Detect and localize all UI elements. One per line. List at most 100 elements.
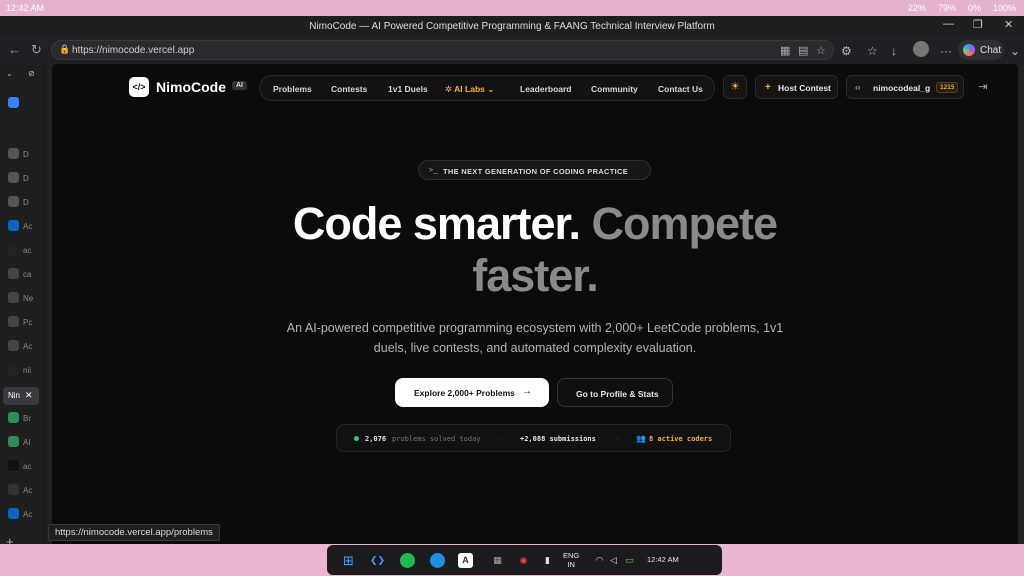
downloads-icon[interactable]: ↓ (891, 44, 897, 58)
tab-favicon-icon (8, 268, 19, 279)
window-title: NimoCode — AI Powered Competitive Progra… (309, 21, 715, 32)
url-field[interactable]: 🔒 https://nimocode.vercel.app ▦ ▤ ☆ (51, 40, 834, 60)
host-contest-button[interactable]: + Host Contest (755, 75, 838, 99)
browser-window: NimoCode — AI Powered Competitive Progra… (0, 16, 1024, 549)
restore-icon[interactable]: ❐ (973, 18, 983, 31)
nav-contact[interactable]: Contact Us (658, 84, 703, 94)
system-metrics: 22% 79% 0% 100% (908, 3, 1016, 13)
sidetab-favicon-0[interactable] (6, 95, 38, 113)
refresh-icon[interactable]: ↻ (31, 42, 42, 58)
back-icon[interactable]: ← (8, 42, 21, 57)
nav-problems[interactable]: Problems (273, 84, 312, 94)
sidetab-label: Ac (23, 342, 33, 351)
link-hover-url: https://nimocode.vercel.app/problems (48, 524, 220, 541)
logo-name: NimoCode (156, 79, 226, 95)
battery-icon[interactable]: ▭ (622, 553, 637, 568)
tab-favicon-icon (8, 172, 19, 183)
sidetab-item[interactable]: Br (6, 410, 38, 428)
nav-contests[interactable]: Contests (331, 84, 367, 94)
tab-favicon-icon (8, 460, 19, 471)
sidetab-item[interactable]: Ac (6, 338, 38, 356)
terminal-prompt-icon: >_ (429, 166, 439, 174)
sidetab-item[interactable]: ac (6, 242, 38, 260)
wifi-icon[interactable]: ◠ (592, 553, 607, 568)
taskbar-clock[interactable]: 12:42 AM (647, 555, 679, 564)
tab-favicon-icon (8, 316, 19, 327)
qr-code-icon[interactable]: ▦ (780, 44, 790, 57)
sidetab-label: Pc (23, 318, 33, 327)
lang-line-2: IN (567, 560, 575, 569)
volume-icon[interactable]: ◁ (606, 553, 621, 568)
nav-community[interactable]: Community (591, 84, 638, 94)
more-menu-icon[interactable]: ··· (940, 44, 952, 58)
address-bar-row: ← ↻ 🔒 https://nimocode.vercel.app ▦ ▤ ☆ … (0, 36, 1024, 64)
chart-app-icon[interactable]: ▮ (540, 553, 555, 568)
sidetab-item[interactable]: D (6, 146, 38, 164)
hero-title-line-2: faster. (472, 250, 599, 301)
tab-favicon-icon (8, 148, 19, 159)
logout-icon[interactable]: ⇥ (972, 75, 994, 99)
sidetab-item[interactable]: D (6, 194, 38, 212)
sparkle-icon: ✲ (445, 84, 455, 94)
edge-browser-icon[interactable] (430, 553, 445, 568)
sidetab-item[interactable]: Ac (6, 506, 38, 524)
tab-favicon-icon (8, 292, 19, 303)
profile-stats-button[interactable]: Go to Profile & Stats (557, 378, 673, 407)
close-tab-icon[interactable]: ✕ (25, 390, 33, 401)
sidetab-item[interactable]: Pc (6, 314, 38, 332)
rating-badge: 1215 (936, 82, 959, 93)
battery-readout: 100% (992, 3, 1016, 13)
sidetab-item[interactable]: ca (6, 266, 38, 284)
nav-ai-labs[interactable]: ✲ AI Labs ⌄ (445, 84, 494, 95)
nav-leaderboard[interactable]: Leaderboard (520, 84, 572, 94)
sidetab-label: nii (23, 366, 32, 375)
sidetab-item[interactable]: Ac (6, 218, 38, 236)
spotify-icon[interactable] (400, 553, 415, 568)
qr-code-icon[interactable]: ▦ (490, 553, 505, 568)
input-language[interactable]: ENG IN (563, 551, 579, 569)
tab-favicon-icon (8, 436, 19, 447)
minimize-icon[interactable]: — (943, 18, 954, 30)
explore-problems-button[interactable]: Explore 2,000+ Problems → (395, 378, 549, 407)
close-window-icon[interactable]: ✕ (1004, 18, 1013, 31)
user-profile-button[interactable]: ‹› nimocodeal_g 1215 (846, 75, 964, 99)
users-icon: 👥 (636, 434, 646, 443)
hero-title-white: Code smarter. (292, 198, 581, 249)
nav-duels[interactable]: 1v1 Duels (388, 84, 428, 94)
vscode-icon[interactable]: ❮❯ (370, 553, 385, 568)
sidetab-item[interactable]: ac (6, 458, 38, 476)
sidetab-label: Ne (23, 294, 34, 303)
new-tab-icon[interactable]: + (6, 534, 38, 552)
sidetab-item[interactable]: D (6, 170, 38, 188)
lang-line-1: ENG (563, 551, 580, 560)
solved-count: 2,076 (365, 435, 387, 443)
site-info-icon[interactable]: 🔒 (59, 44, 70, 55)
recorder-icon[interactable]: ◉ (516, 553, 531, 568)
active-tab[interactable]: Nin ✕ (3, 387, 39, 405)
code-brackets-icon: </> (129, 77, 149, 97)
sidetab-item[interactable]: AI (6, 434, 38, 452)
cpu-readout: 22% (907, 3, 926, 13)
extensions-icon[interactable]: ⚙ (841, 44, 852, 58)
nav-ai-labs-label: AI Labs (454, 84, 485, 94)
windows-start-icon[interactable]: ⊞ (341, 553, 356, 568)
live-status-dot-icon (354, 436, 359, 441)
memory-readout: 79% (937, 3, 956, 13)
favorite-star-icon[interactable]: ☆ (816, 44, 826, 57)
host-contest-label: Host Contest (778, 83, 831, 93)
copilot-chat-button[interactable]: Chat (958, 40, 1004, 60)
main-nav: Problems Contests 1v1 Duels ✲ AI Labs ⌄ … (259, 75, 715, 101)
chevron-down-icon: ⌄ (484, 84, 495, 94)
tab-favicon-icon (8, 196, 19, 207)
sidetab-item[interactable]: nii (6, 362, 38, 380)
app-a-icon[interactable]: A (458, 553, 473, 568)
theme-toggle-sun-icon[interactable]: ☀ (723, 75, 747, 99)
profile-avatar-icon[interactable] (913, 41, 929, 57)
favorites-icon[interactable]: ☆ (867, 44, 878, 58)
page-viewport: </> NimoCode AI Problems Contests 1v1 Du… (52, 64, 1018, 544)
reading-view-icon[interactable]: ▤ (798, 44, 808, 57)
sidetab-item[interactable]: Ac (6, 482, 38, 500)
title-bar: NimoCode — AI Powered Competitive Progra… (0, 16, 1024, 36)
chevron-down-icon[interactable]: ⌄ (1010, 44, 1020, 58)
sidetab-item[interactable]: Ne (6, 290, 38, 308)
